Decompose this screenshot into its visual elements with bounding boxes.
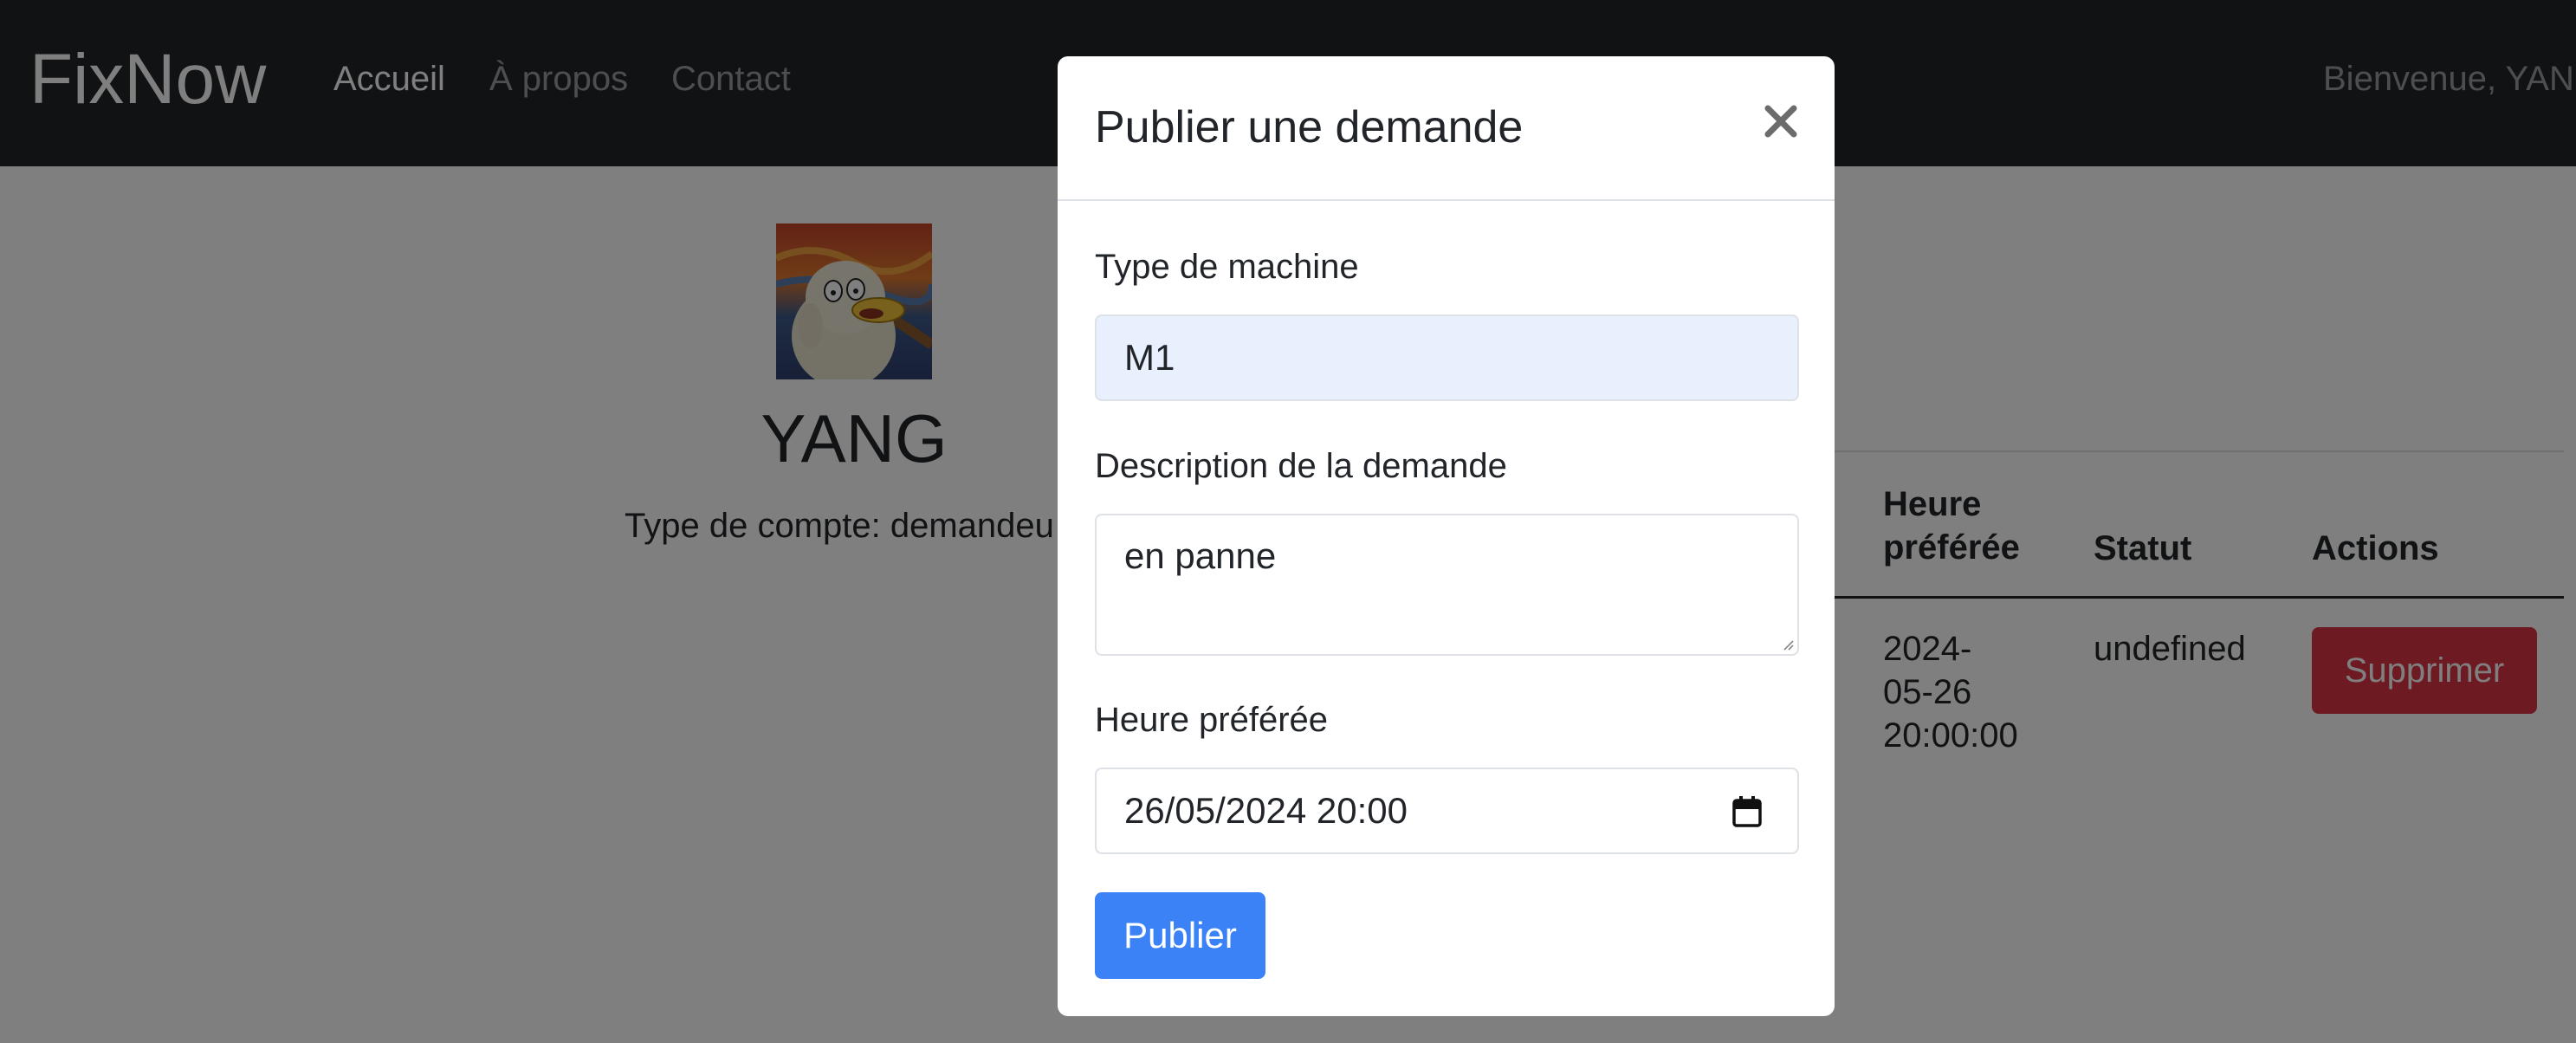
machine-type-input[interactable]: M1 xyxy=(1095,314,1799,401)
modal-title: Publier une demande xyxy=(1095,102,1524,152)
preferred-time-label: Heure préférée xyxy=(1095,701,1329,739)
preferred-time-input[interactable]: 26/05/2024 20:00 xyxy=(1095,768,1799,854)
calendar-icon[interactable] xyxy=(1731,795,1763,828)
publish-button[interactable]: Publier xyxy=(1095,892,1265,979)
resize-grip-icon[interactable] xyxy=(1780,637,1794,651)
machine-type-label: Type de machine xyxy=(1095,248,1359,286)
description-textarea[interactable]: en panne xyxy=(1095,514,1799,656)
publish-request-modal: Publier une demande Type de machine M1 D… xyxy=(1058,56,1835,1016)
app-root: FixNow Accueil À propos Contact Bienvenu… xyxy=(0,0,2576,1043)
preferred-time-value: 26/05/2024 20:00 xyxy=(1124,790,1408,831)
description-value: en panne xyxy=(1124,535,1277,576)
modal-header: Publier une demande xyxy=(1058,56,1835,201)
description-label: Description de la demande xyxy=(1095,447,1507,485)
close-icon[interactable] xyxy=(1757,98,1804,145)
